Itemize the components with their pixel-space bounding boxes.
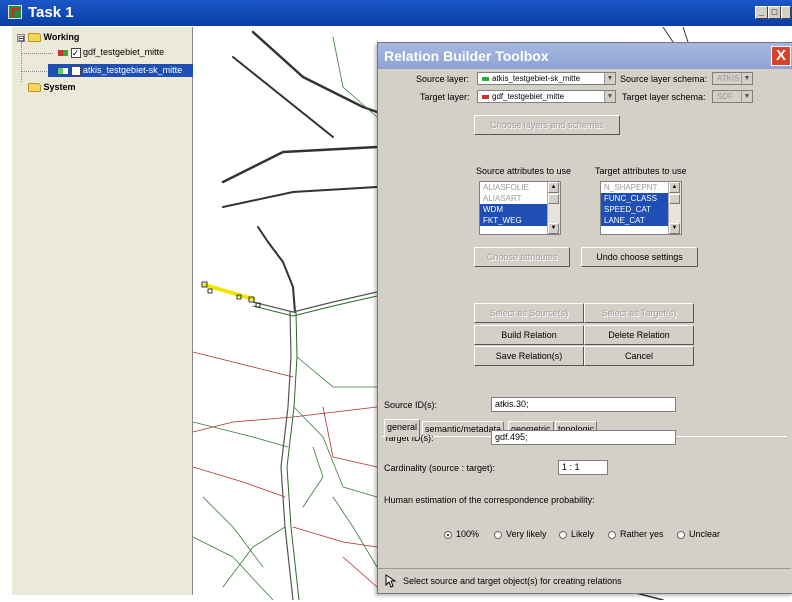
status-bar: Select source and target object(s) for c…: [378, 568, 791, 593]
build-relation-button[interactable]: Build Relation: [474, 325, 584, 345]
tree-layer-label: atkis_testgebiet-sk_mitte: [83, 65, 183, 75]
tree-layer-label: gdf_testgebiet_mitte: [83, 47, 165, 57]
scroll-up-icon: ▲: [548, 182, 559, 193]
scrollbar[interactable]: ▲ ▼: [547, 182, 560, 234]
radio-icon: [559, 530, 567, 539]
radio-100[interactable]: 100%: [444, 529, 479, 539]
window-close-button[interactable]: [781, 6, 791, 19]
select-as-target-button[interactable]: Select as Target(s): [584, 303, 694, 323]
window-titlebar: Task 1 _ □: [0, 0, 792, 26]
tree-layer-atkis[interactable]: ✓ atkis_testgebiet-sk_mitte: [48, 64, 193, 77]
folder-icon: [28, 83, 41, 93]
chevron-down-icon: ▼: [604, 91, 615, 102]
radio-label: 100%: [456, 529, 480, 539]
radio-icon: [677, 530, 685, 539]
cardinality-field[interactable]: 1 : 1: [558, 460, 608, 475]
radio-icon: [494, 530, 502, 539]
tree-node-working[interactable]: Working: [28, 32, 80, 43]
layer-tree-panel: ⊟ Working ✓ gdf_testgebiet_mitte ✓ atkis…: [12, 27, 193, 595]
target-layer-value: gdf_testgebiet_mitte: [492, 92, 565, 101]
source-schema-label: Source layer schema:: [620, 74, 708, 84]
target-attributes-list[interactable]: N_SHAPEPNT FUNC_CLASS SPEED_CAT LANE_CAT…: [600, 181, 682, 235]
source-layer-label: Source layer:: [416, 74, 470, 84]
source-id-field[interactable]: atkis.30;: [491, 397, 676, 412]
dialog-close-button[interactable]: X: [771, 46, 791, 66]
tree-layer-gdf[interactable]: ✓ gdf_testgebiet_mitte: [58, 47, 164, 58]
dialog-title: Relation Builder Toolbox: [384, 48, 549, 64]
layer-legend-icon: [482, 76, 489, 81]
scroll-down-icon: ▼: [548, 223, 559, 234]
choose-attributes-button[interactable]: Choose attributes: [474, 247, 570, 267]
scroll-up-icon: ▲: [669, 182, 680, 193]
choose-layers-button[interactable]: Choose layers and schemas: [474, 115, 620, 135]
target-layer-select[interactable]: gdf_testgebiet_mitte ▼: [477, 90, 616, 103]
chevron-down-icon: ▼: [741, 91, 752, 102]
source-schema-value: ATKIS: [717, 74, 740, 83]
layer-legend-icon: [482, 94, 489, 99]
relation-builder-dialog: Relation Builder Toolbox X Source layer:…: [377, 42, 792, 594]
radio-icon: [608, 530, 616, 539]
source-layer-value: atkis_testgebiet-sk_mitte: [492, 74, 581, 83]
source-layer-select[interactable]: atkis_testgebiet-sk_mitte ▼: [477, 72, 616, 85]
layer-legend-icon: [58, 49, 68, 56]
restore-button[interactable]: □: [768, 6, 781, 19]
source-attrs-label: Source attributes to use: [476, 166, 572, 176]
target-schema-label: Target layer schema:: [622, 92, 706, 102]
dialog-titlebar: Relation Builder Toolbox X: [378, 43, 792, 69]
radio-label: Rather yes: [620, 529, 664, 539]
tree-node-working-label: Working: [43, 32, 80, 42]
radio-selected-icon: [444, 530, 452, 539]
expand-working-icon[interactable]: ⊟: [17, 34, 25, 43]
cursor-arrow-icon: [385, 574, 397, 588]
tab-general[interactable]: general: [384, 419, 421, 437]
app-icon: [8, 5, 22, 19]
target-layer-label: Target layer:: [420, 92, 470, 102]
layer-legend-icon: [58, 67, 68, 74]
tree-node-system[interactable]: System: [28, 82, 76, 93]
undo-choose-settings-button[interactable]: Undo choose settings: [581, 247, 698, 267]
radio-very-likely[interactable]: Very likely: [494, 529, 547, 539]
target-schema-select[interactable]: SDF ▼: [712, 90, 753, 103]
chevron-down-icon: ▼: [741, 73, 752, 84]
folder-icon: [28, 33, 41, 43]
radio-label: Very likely: [506, 529, 547, 539]
tree-node-system-label: System: [43, 82, 76, 92]
radio-rather-yes[interactable]: Rather yes: [608, 529, 664, 539]
select-as-source-button[interactable]: Select as Source(s): [474, 303, 584, 323]
chevron-down-icon: ▼: [604, 73, 615, 84]
status-text: Select source and target object(s) for c…: [403, 576, 622, 586]
scroll-down-icon: ▼: [669, 223, 680, 234]
target-attrs-label: Target attributes to use: [595, 166, 687, 176]
source-schema-select[interactable]: ATKIS ▼: [712, 72, 753, 85]
target-schema-value: SDF: [717, 92, 733, 101]
estimation-label: Human estimation of the correspondence p…: [384, 495, 595, 505]
target-id-field[interactable]: gdf.495;: [491, 430, 676, 445]
cardinality-label: Cardinality (source : target):: [384, 463, 496, 473]
window-title: Task 1: [28, 4, 74, 21]
cancel-button[interactable]: Cancel: [584, 346, 694, 366]
radio-likely[interactable]: Likely: [559, 529, 594, 539]
layer-visibility-checkbox[interactable]: ✓: [70, 47, 81, 58]
radio-unclear[interactable]: Unclear: [677, 529, 720, 539]
minimize-button[interactable]: _: [755, 6, 768, 19]
radio-label: Unclear: [689, 529, 721, 539]
save-relations-button[interactable]: Save Relation(s): [474, 346, 584, 366]
scrollbar[interactable]: ▲ ▼: [668, 182, 681, 234]
delete-relation-button[interactable]: Delete Relation: [584, 325, 694, 345]
source-attributes-list[interactable]: ALIASFOLIE ALIASART WDM FKT_WEG ▲ ▼: [479, 181, 561, 235]
radio-label: Likely: [571, 529, 595, 539]
layer-visibility-checkbox[interactable]: ✓: [70, 65, 81, 76]
source-id-label: Source ID(s):: [384, 400, 438, 410]
